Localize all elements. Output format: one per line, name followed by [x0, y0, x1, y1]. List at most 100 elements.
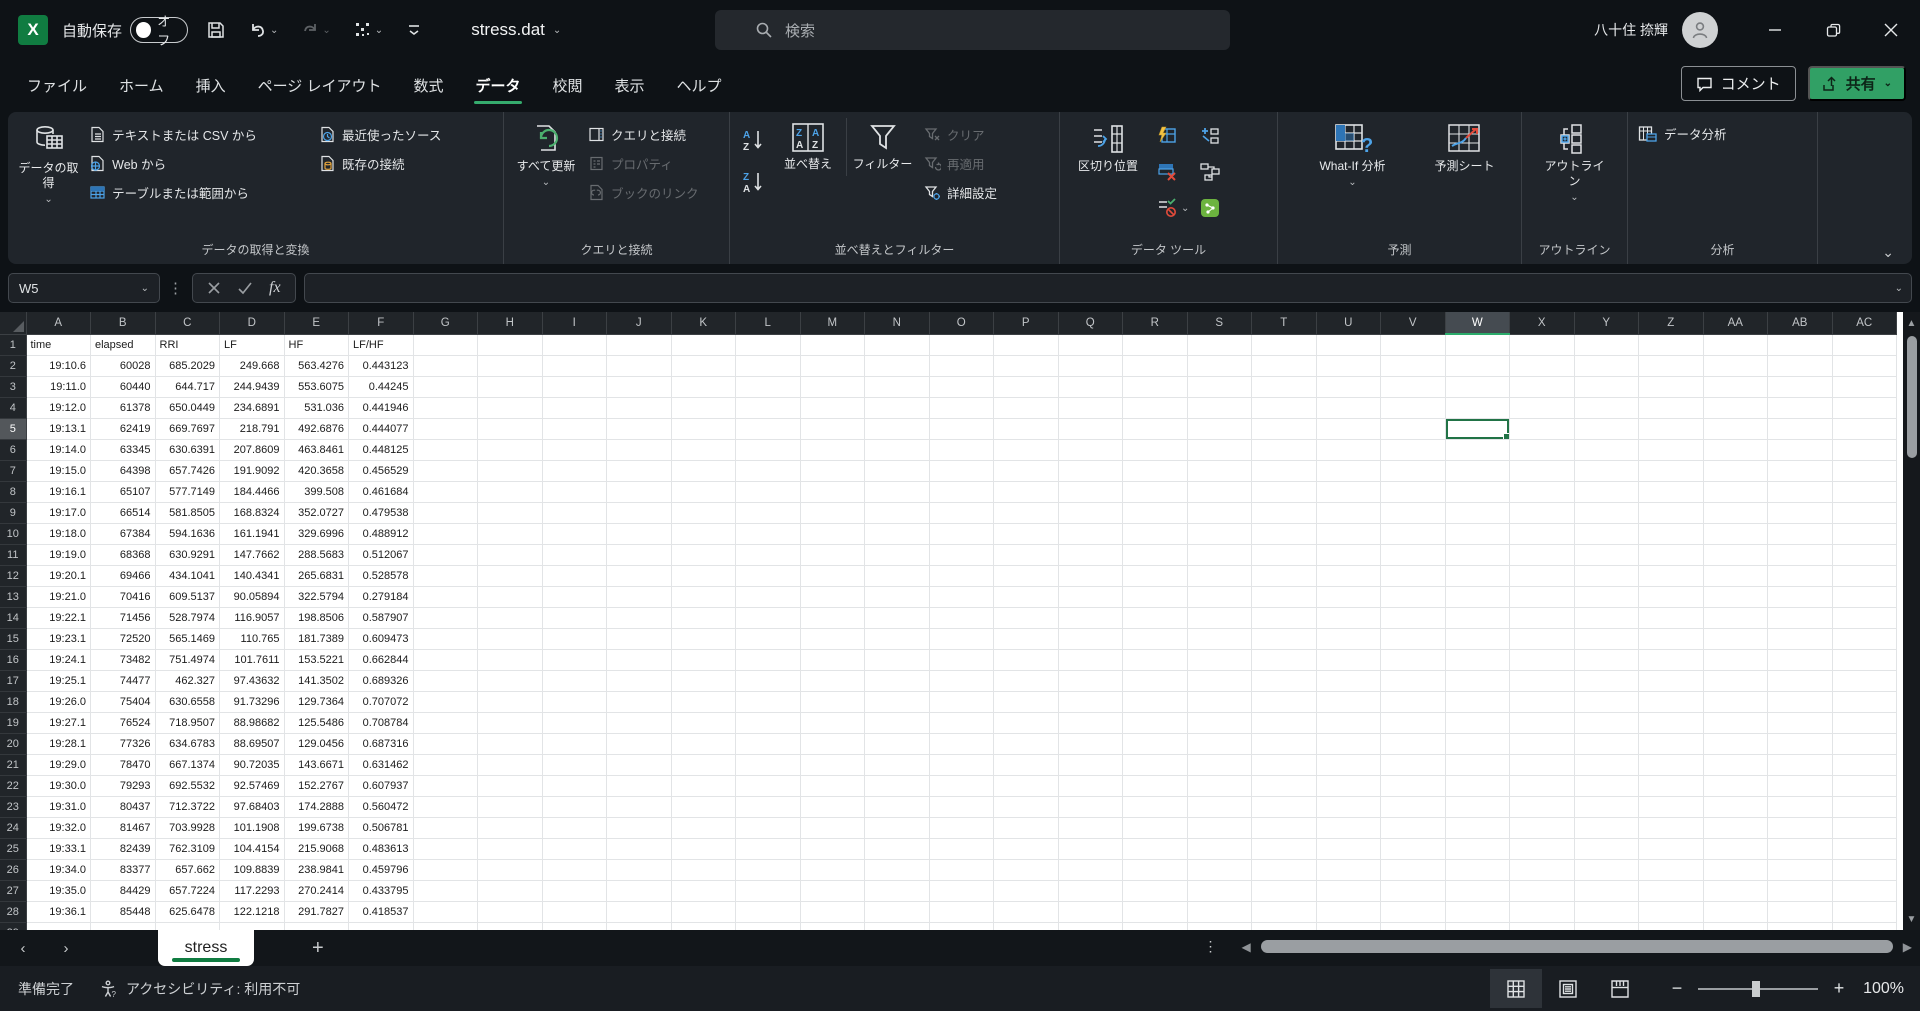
- cell-W26[interactable]: [1445, 859, 1510, 880]
- cell-R5[interactable]: [1123, 418, 1188, 439]
- cell-U19[interactable]: [1316, 712, 1381, 733]
- horizontal-scroll-thumb[interactable]: [1261, 940, 1893, 953]
- share-button[interactable]: 共有 ⌄: [1808, 66, 1906, 101]
- cell-I16[interactable]: [542, 649, 607, 670]
- cell-AB7[interactable]: [1768, 460, 1833, 481]
- cell-Z20[interactable]: [1639, 733, 1704, 754]
- cell-J17[interactable]: [607, 670, 672, 691]
- what-if-dropdown-icon[interactable]: ⌄: [1348, 177, 1356, 188]
- cell-AB2[interactable]: [1768, 355, 1833, 376]
- cell-V26[interactable]: [1381, 859, 1446, 880]
- what-if-analysis-button[interactable]: ? What-If 分析 ⌄: [1295, 118, 1411, 192]
- cell-B15[interactable]: 72520: [91, 628, 156, 649]
- cell-Q23[interactable]: [1058, 796, 1123, 817]
- expand-formula-bar-icon[interactable]: ⌄: [1895, 283, 1903, 294]
- cell-P26[interactable]: [994, 859, 1059, 880]
- cell-Q13[interactable]: [1058, 586, 1123, 607]
- formula-input[interactable]: ⌄: [304, 273, 1912, 303]
- name-box[interactable]: W5 ⌄: [8, 273, 160, 303]
- column-header-O[interactable]: O: [929, 312, 994, 334]
- cell-K15[interactable]: [671, 628, 736, 649]
- ribbon-tab-7[interactable]: 表示: [602, 67, 658, 106]
- cell-B16[interactable]: 73482: [91, 649, 156, 670]
- cell-AB26[interactable]: [1768, 859, 1833, 880]
- cell-F10[interactable]: 0.488912: [349, 523, 414, 544]
- cell-H18[interactable]: [478, 691, 543, 712]
- cell-F7[interactable]: 0.456529: [349, 460, 414, 481]
- cell-S11[interactable]: [1187, 544, 1252, 565]
- cell-C16[interactable]: 751.4974: [155, 649, 220, 670]
- ribbon-tab-0[interactable]: ファイル: [14, 67, 100, 106]
- cell-D9[interactable]: 168.8324: [220, 502, 285, 523]
- cell-W4[interactable]: [1445, 397, 1510, 418]
- cell-D10[interactable]: 161.1941: [220, 523, 285, 544]
- row-header-7[interactable]: 7: [0, 460, 26, 481]
- cell-F9[interactable]: 0.479538: [349, 502, 414, 523]
- cell-Y26[interactable]: [1574, 859, 1639, 880]
- cell-Q4[interactable]: [1058, 397, 1123, 418]
- cell-C3[interactable]: 644.717: [155, 376, 220, 397]
- cell-E2[interactable]: 563.4276: [284, 355, 349, 376]
- cell-L12[interactable]: [736, 565, 801, 586]
- row-header-25[interactable]: 25: [0, 838, 26, 859]
- cell-Z21[interactable]: [1639, 754, 1704, 775]
- cell-H10[interactable]: [478, 523, 543, 544]
- cell-O13[interactable]: [929, 586, 994, 607]
- cell-J24[interactable]: [607, 817, 672, 838]
- zoom-slider-handle[interactable]: [1752, 981, 1760, 997]
- cell-T18[interactable]: [1252, 691, 1317, 712]
- cell-S3[interactable]: [1187, 376, 1252, 397]
- cell-E22[interactable]: 152.2767: [284, 775, 349, 796]
- vertical-scrollbar[interactable]: ▲ ▼: [1903, 312, 1920, 930]
- cell-R21[interactable]: [1123, 754, 1188, 775]
- ribbon-tab-2[interactable]: 挿入: [183, 67, 239, 106]
- cell-N26[interactable]: [865, 859, 930, 880]
- cell-D20[interactable]: 88.69507: [220, 733, 285, 754]
- cell-B19[interactable]: 76524: [91, 712, 156, 733]
- add-sheet-button[interactable]: +: [312, 937, 324, 960]
- cell-N22[interactable]: [865, 775, 930, 796]
- cell-I9[interactable]: [542, 502, 607, 523]
- cell-Q29[interactable]: [1058, 922, 1123, 930]
- cell-A2[interactable]: 19:10.6: [26, 355, 91, 376]
- cell-AB9[interactable]: [1768, 502, 1833, 523]
- row-header-12[interactable]: 12: [0, 565, 26, 586]
- cell-M17[interactable]: [800, 670, 865, 691]
- ribbon-tab-5[interactable]: データ: [462, 67, 533, 106]
- cell-W20[interactable]: [1445, 733, 1510, 754]
- cell-AA20[interactable]: [1703, 733, 1768, 754]
- cell-G1[interactable]: [413, 334, 478, 355]
- cell-A5[interactable]: 19:13.1: [26, 418, 91, 439]
- cell-I10[interactable]: [542, 523, 607, 544]
- cell-U21[interactable]: [1316, 754, 1381, 775]
- cell-S8[interactable]: [1187, 481, 1252, 502]
- cell-W2[interactable]: [1445, 355, 1510, 376]
- cell-V5[interactable]: [1381, 418, 1446, 439]
- cell-U20[interactable]: [1316, 733, 1381, 754]
- cell-K4[interactable]: [671, 397, 736, 418]
- cell-W29[interactable]: [1445, 922, 1510, 930]
- cell-Y15[interactable]: [1574, 628, 1639, 649]
- cell-E24[interactable]: 199.6738: [284, 817, 349, 838]
- cell-I8[interactable]: [542, 481, 607, 502]
- restore-button[interactable]: [1804, 0, 1862, 60]
- cell-A15[interactable]: 19:23.1: [26, 628, 91, 649]
- cell-AC18[interactable]: [1832, 691, 1897, 712]
- zoom-slider[interactable]: [1698, 988, 1818, 990]
- cell-M24[interactable]: [800, 817, 865, 838]
- cell-AB11[interactable]: [1768, 544, 1833, 565]
- cell-O28[interactable]: [929, 901, 994, 922]
- cell-O21[interactable]: [929, 754, 994, 775]
- cell-X12[interactable]: [1510, 565, 1575, 586]
- outline-dropdown-icon[interactable]: ⌄: [1570, 192, 1578, 203]
- cell-T17[interactable]: [1252, 670, 1317, 691]
- column-header-X[interactable]: X: [1510, 312, 1575, 334]
- cell-H4[interactable]: [478, 397, 543, 418]
- cell-O4[interactable]: [929, 397, 994, 418]
- cell-AB17[interactable]: [1768, 670, 1833, 691]
- cell-Z7[interactable]: [1639, 460, 1704, 481]
- cell-D13[interactable]: 90.05894: [220, 586, 285, 607]
- advanced-filter-button[interactable]: 詳細設定: [920, 180, 1038, 205]
- cell-X20[interactable]: [1510, 733, 1575, 754]
- cell-K24[interactable]: [671, 817, 736, 838]
